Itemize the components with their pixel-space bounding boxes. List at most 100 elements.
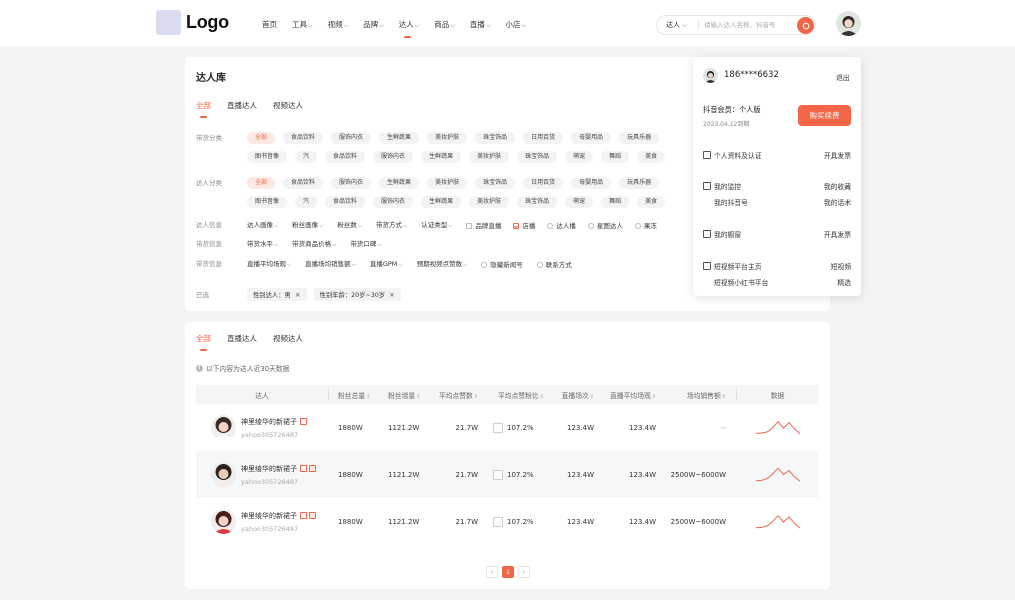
column-header-5[interactable]: 直播场次⇕ <box>544 390 604 400</box>
column-header-7[interactable]: 场均销售额⇕ <box>666 390 736 400</box>
talent-name[interactable]: 神里绫华的新裙子 <box>241 417 297 427</box>
filter-dropdown[interactable]: 直播GPM⌵ <box>370 258 403 271</box>
popup-menu-link[interactable]: 短视频 <box>831 261 851 271</box>
tab-1[interactable]: 直播达人 <box>227 333 257 344</box>
tab-2[interactable]: 视频达人 <box>273 100 303 111</box>
filter-chip[interactable]: 美妆护肤 <box>469 196 510 208</box>
filter-chip[interactable]: 图书音像 <box>247 196 288 208</box>
filter-chip[interactable]: 生鲜蔬果 <box>421 151 462 163</box>
nav-item-7[interactable]: 小店⌵ <box>505 19 526 30</box>
filter-chip[interactable]: 美妆护肤 <box>427 177 468 189</box>
filter-dropdown[interactable]: 认证类型⌵ <box>421 219 452 232</box>
row-checkbox[interactable] <box>493 422 503 433</box>
filter-dropdown[interactable]: 带货商品价格⌵ <box>292 238 336 251</box>
filter-chip[interactable]: 珠宝饰品 <box>517 151 558 163</box>
tab-0[interactable]: 全部 <box>196 100 211 118</box>
filter-dropdown[interactable]: 带货口碑⌵ <box>350 238 381 251</box>
search-button[interactable] <box>797 17 814 34</box>
filter-chip[interactable]: 服饰内衣 <box>373 196 414 208</box>
filter-chip[interactable]: 玩具乐器 <box>619 177 660 189</box>
filter-dropdown[interactable]: 达人画像⌵ <box>247 219 278 232</box>
table-row[interactable]: 神里绫华的新裙子 yahoo305726487 1880W 1121.2W 21.7W 1… <box>196 404 819 451</box>
tab-2[interactable]: 视频达人 <box>273 333 303 344</box>
nav-item-5[interactable]: 商品⌵ <box>434 19 455 30</box>
column-header-2[interactable]: 粉丝增量⇕ <box>378 390 434 400</box>
filter-chip[interactable]: 珠宝饰品 <box>517 196 558 208</box>
popup-menu-item[interactable]: 我的监控 <box>703 181 741 191</box>
column-header-6[interactable]: 直播平均场观⇕ <box>604 390 666 400</box>
nav-item-4[interactable]: 达人⌵ <box>399 19 419 38</box>
filter-chip[interactable]: 美食 <box>637 196 666 208</box>
talent-avatar[interactable] <box>211 415 236 440</box>
popup-menu-subitem[interactable]: 短视频小红书平台 <box>714 277 768 287</box>
popup-menu-item[interactable]: 短视频平台主页 <box>703 261 762 271</box>
filter-chip[interactable]: 食品饮料 <box>283 177 324 189</box>
column-header-1[interactable]: 粉丝总量⇕ <box>328 390 378 400</box>
column-header-3[interactable]: 平均点赞数⇕ <box>434 390 488 400</box>
filter-chip[interactable]: 日用百货 <box>523 132 564 144</box>
filter-dropdown[interactable]: 直播平均场观⌵ <box>247 258 291 271</box>
popup-menu-link[interactable]: 开具发票 <box>824 150 851 160</box>
prev-page-button[interactable]: ‹ <box>486 566 498 578</box>
filter-chip[interactable]: 生鲜蔬果 <box>379 132 420 144</box>
filter-checkbox[interactable]: 店播 <box>513 220 535 232</box>
nav-item-0[interactable]: 首页 <box>262 19 277 30</box>
nav-item-3[interactable]: 品牌⌵ <box>363 19 384 30</box>
filter-checkbox[interactable]: 果冻 <box>634 220 657 232</box>
nav-item-2[interactable]: 视频⌵ <box>328 19 349 30</box>
filter-chip[interactable]: 萌宠 <box>565 151 594 163</box>
filter-dropdown[interactable]: 直播场均销售额⌵ <box>305 258 356 271</box>
filter-dropdown[interactable]: 粉丝数⌵ <box>337 219 362 232</box>
filter-chip[interactable]: 汽 <box>295 151 318 163</box>
filter-checkbox[interactable]: 星图达人 <box>587 220 623 232</box>
filter-chip[interactable]: 美妆护肤 <box>427 132 468 144</box>
filter-chip[interactable]: 舞蹈 <box>601 196 630 208</box>
filter-chip[interactable]: 萌宠 <box>565 196 594 208</box>
filter-chip[interactable]: 食品饮料 <box>325 196 366 208</box>
tab-0[interactable]: 全部 <box>196 333 211 351</box>
close-icon[interactable]: × <box>389 291 395 299</box>
popup-menu-subitem[interactable]: 我的抖音号 <box>714 197 748 207</box>
row-checkbox[interactable] <box>493 516 503 527</box>
filter-chip[interactable]: 全部 <box>247 132 276 144</box>
logout-link[interactable]: 退出 <box>836 72 850 82</box>
filter-chip[interactable]: 珠宝饰品 <box>475 177 516 189</box>
filter-checkbox[interactable]: 隐藏新闻号 <box>481 259 523 271</box>
filter-chip[interactable]: 母婴用品 <box>571 132 612 144</box>
talent-name[interactable]: 神里绫华的新裙子 <box>241 464 297 474</box>
row-checkbox[interactable] <box>493 469 503 480</box>
filter-chip[interactable]: 玩具乐器 <box>619 132 660 144</box>
filter-checkbox[interactable]: 品牌直播 <box>466 220 501 232</box>
filter-chip[interactable]: 食品饮料 <box>283 132 324 144</box>
filter-chip[interactable]: 生鲜蔬果 <box>421 196 462 208</box>
next-page-button[interactable]: › <box>518 566 530 578</box>
popup-menu-link[interactable]: 我的话术 <box>824 197 851 207</box>
nav-item-1[interactable]: 工具⌵ <box>292 19 313 30</box>
filter-dropdown[interactable]: 带货方式⌵ <box>376 219 407 232</box>
filter-chip[interactable]: 珠宝饰品 <box>475 132 516 144</box>
filter-chip[interactable]: 服饰内衣 <box>373 151 414 163</box>
search-type-select[interactable]: 达人 ⌵ <box>657 20 699 30</box>
page-1-button[interactable]: 1 <box>502 566 514 578</box>
nav-item-6[interactable]: 直播⌵ <box>470 19 491 30</box>
popup-menu-link[interactable]: 开具发票 <box>824 229 851 239</box>
column-header-4[interactable]: 平均点赞粉比⇕ <box>488 390 544 400</box>
filter-chip[interactable]: 汽 <box>295 196 318 208</box>
logo[interactable]: Logo <box>156 10 229 35</box>
filter-dropdown[interactable]: 粉丝画像⌵ <box>292 219 323 232</box>
filter-chip[interactable]: 图书音像 <box>247 151 288 163</box>
talent-avatar[interactable] <box>211 509 236 534</box>
table-row[interactable]: 神里绫华的新裙子 yahoo305726487 1880W 1121.2W 21.7W 1… <box>196 498 819 545</box>
filter-chip[interactable]: 母婴用品 <box>571 177 612 189</box>
filter-chip[interactable]: 食品饮料 <box>325 151 366 163</box>
filter-chip[interactable]: 全部 <box>247 177 276 189</box>
talent-name[interactable]: 神里绫华的新裙子 <box>241 511 297 521</box>
filter-chip[interactable]: 生鲜蔬果 <box>379 177 420 189</box>
popup-menu-item[interactable]: 个人资料及认证 <box>703 150 762 160</box>
filter-chip[interactable]: 服饰内衣 <box>331 177 372 189</box>
filter-chip[interactable]: 日用百货 <box>523 177 564 189</box>
buy-renew-button[interactable]: 购买续费 <box>798 105 851 126</box>
filter-dropdown[interactable]: 带货水平⌵ <box>247 238 278 251</box>
popup-menu-link[interactable]: 精选 <box>837 277 851 287</box>
search-input[interactable] <box>699 21 791 29</box>
